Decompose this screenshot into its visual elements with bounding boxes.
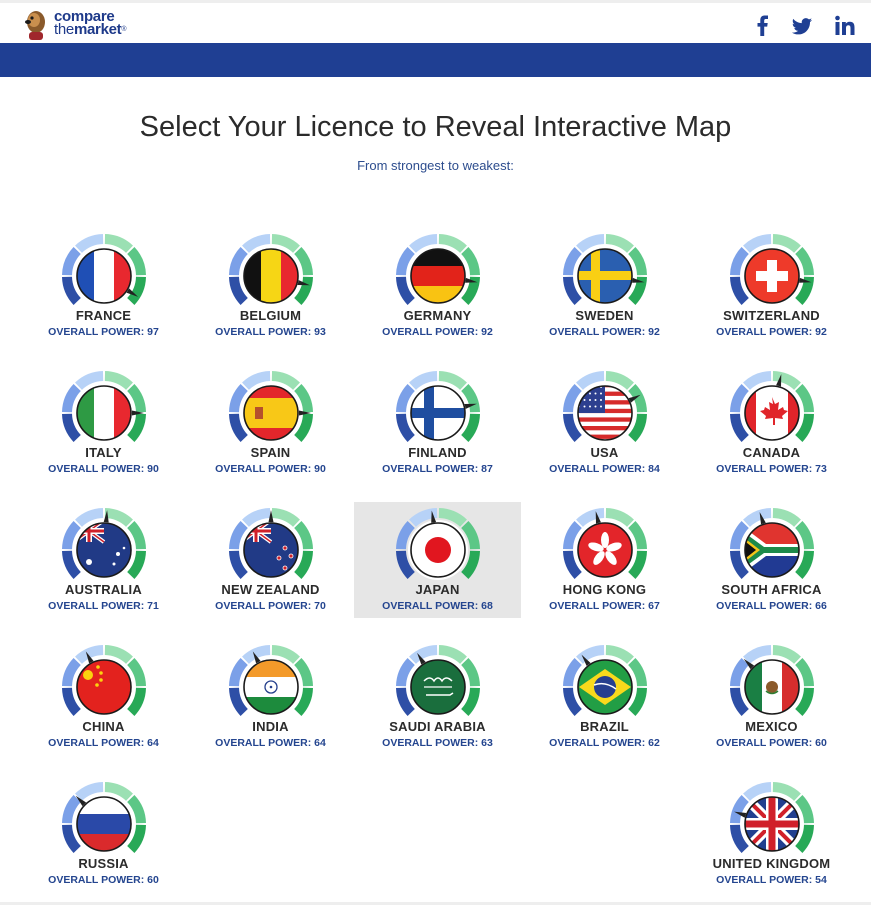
licence-card-australia[interactable]: AUSTRALIA OVERALL POWER: 71	[20, 502, 187, 618]
overall-power: OVERALL POWER: 66	[716, 600, 827, 612]
power-gauge	[563, 234, 647, 306]
power-gauge	[730, 508, 814, 580]
overall-power: OVERALL POWER: 67	[549, 600, 660, 612]
licence-card-belgium[interactable]: BELGIUM OVERALL POWER: 93	[187, 228, 354, 344]
overall-power: OVERALL POWER: 90	[215, 463, 326, 475]
country-name: SPAIN	[250, 445, 291, 460]
country-name: JAPAN	[415, 582, 460, 597]
power-gauge	[229, 371, 313, 443]
licence-card-sweden[interactable]: SWEDEN OVERALL POWER: 92	[521, 228, 688, 344]
logo-wordmark-bottom: themarket®	[54, 21, 127, 38]
page-title: Select Your Licence to Reveal Interactiv…	[139, 111, 732, 143]
twitter-icon[interactable]	[791, 15, 813, 37]
licence-card-india[interactable]: INDIA OVERALL POWER: 64	[187, 639, 354, 755]
overall-power: OVERALL POWER: 68	[382, 600, 493, 612]
power-gauge	[229, 645, 313, 717]
overall-power: OVERALL POWER: 97	[48, 326, 159, 338]
licence-card-hongkong[interactable]: HONG KONG OVERALL POWER: 67	[521, 502, 688, 618]
power-gauge	[62, 782, 146, 854]
power-gauge	[62, 371, 146, 443]
overall-power: OVERALL POWER: 60	[716, 737, 827, 749]
country-name: AUSTRALIA	[65, 582, 142, 597]
power-gauge	[563, 371, 647, 443]
country-name: ITALY	[85, 445, 122, 460]
power-gauge	[62, 508, 146, 580]
facebook-icon[interactable]	[752, 15, 774, 37]
overall-power: OVERALL POWER: 54	[716, 874, 827, 886]
country-name: FINLAND	[408, 445, 467, 460]
country-name: MEXICO	[745, 719, 798, 734]
overall-power: OVERALL POWER: 90	[48, 463, 159, 475]
overall-power: OVERALL POWER: 87	[382, 463, 493, 475]
power-gauge	[62, 645, 146, 717]
licence-card-china[interactable]: CHINA OVERALL POWER: 64	[20, 639, 187, 755]
country-name: SWITZERLAND	[723, 308, 820, 323]
country-name: RUSSIA	[78, 856, 129, 871]
overall-power: OVERALL POWER: 62	[549, 737, 660, 749]
overall-power: OVERALL POWER: 93	[215, 326, 326, 338]
power-gauge	[730, 645, 814, 717]
country-name: HONG KONG	[562, 582, 647, 597]
licence-card-uk[interactable]: UNITED KINGDOM OVERALL POWER: 54	[688, 776, 855, 892]
country-name: USA	[590, 445, 619, 460]
power-gauge	[563, 508, 647, 580]
licence-card-southafrica[interactable]: SOUTH AFRICA OVERALL POWER: 66	[688, 502, 855, 618]
overall-power: OVERALL POWER: 92	[549, 326, 660, 338]
overall-power: OVERALL POWER: 92	[382, 326, 493, 338]
power-gauge	[229, 234, 313, 306]
country-name: NEW ZEALAND	[221, 582, 320, 597]
licence-card-brazil[interactable]: BRAZIL OVERALL POWER: 62	[521, 639, 688, 755]
power-gauge	[396, 371, 480, 443]
power-gauge	[396, 234, 480, 306]
power-gauge	[563, 645, 647, 717]
power-gauge	[730, 782, 814, 854]
overall-power: OVERALL POWER: 64	[48, 737, 159, 749]
licence-card-japan[interactable]: JAPAN OVERALL POWER: 68	[354, 502, 521, 618]
licence-card-switzerland[interactable]: SWITZERLAND OVERALL POWER: 92	[688, 228, 855, 344]
licence-card-mexico[interactable]: MEXICO OVERALL POWER: 60	[688, 639, 855, 755]
country-name: CHINA	[82, 719, 125, 734]
country-name: SWEDEN	[575, 308, 634, 323]
overall-power: OVERALL POWER: 84	[549, 463, 660, 475]
licence-card-canada[interactable]: CANADA OVERALL POWER: 73	[688, 365, 855, 481]
country-name: CANADA	[742, 445, 801, 460]
power-gauge	[396, 645, 480, 717]
power-gauge	[396, 508, 480, 580]
overall-power: OVERALL POWER: 71	[48, 600, 159, 612]
licence-card-saudiarabia[interactable]: SAUDI ARABIA OVERALL POWER: 63	[354, 639, 521, 755]
power-gauge	[730, 234, 814, 306]
licence-card-finland[interactable]: FINLAND OVERALL POWER: 87	[354, 365, 521, 481]
site-header: compare themarket®	[0, 0, 871, 43]
licence-card-italy[interactable]: ITALY OVERALL POWER: 90	[20, 365, 187, 481]
meerkat-icon	[25, 11, 45, 40]
licence-card-usa[interactable]: USA OVERALL POWER: 84	[521, 365, 688, 481]
country-name: FRANCE	[75, 308, 132, 323]
linkedin-icon[interactable]	[834, 15, 856, 37]
country-name: INDIA	[252, 719, 289, 734]
header-banner	[0, 43, 871, 77]
country-name: BELGIUM	[239, 308, 302, 323]
page-subtitle: From strongest to weakest:	[357, 158, 514, 173]
licence-card-germany[interactable]: GERMANY OVERALL POWER: 92	[354, 228, 521, 344]
overall-power: OVERALL POWER: 60	[48, 874, 159, 886]
country-name: BRAZIL	[580, 719, 629, 734]
licence-card-newzealand[interactable]: NEW ZEALAND OVERALL POWER: 70	[187, 502, 354, 618]
power-gauge	[62, 234, 146, 306]
overall-power: OVERALL POWER: 92	[716, 326, 827, 338]
licence-card-france[interactable]: FRANCE OVERALL POWER: 97	[20, 228, 187, 344]
country-name: UNITED KINGDOM	[712, 856, 831, 871]
overall-power: OVERALL POWER: 63	[382, 737, 493, 749]
licence-card-russia[interactable]: RUSSIA OVERALL POWER: 60	[20, 776, 187, 892]
country-name: GERMANY	[403, 308, 472, 323]
overall-power: OVERALL POWER: 64	[215, 737, 326, 749]
power-gauge	[730, 371, 814, 443]
overall-power: OVERALL POWER: 73	[716, 463, 827, 475]
overall-power: OVERALL POWER: 70	[215, 600, 326, 612]
power-gauge	[229, 508, 313, 580]
licence-card-spain[interactable]: SPAIN OVERALL POWER: 90	[187, 365, 354, 481]
country-name: SOUTH AFRICA	[721, 582, 822, 597]
country-name: SAUDI ARABIA	[389, 719, 486, 734]
